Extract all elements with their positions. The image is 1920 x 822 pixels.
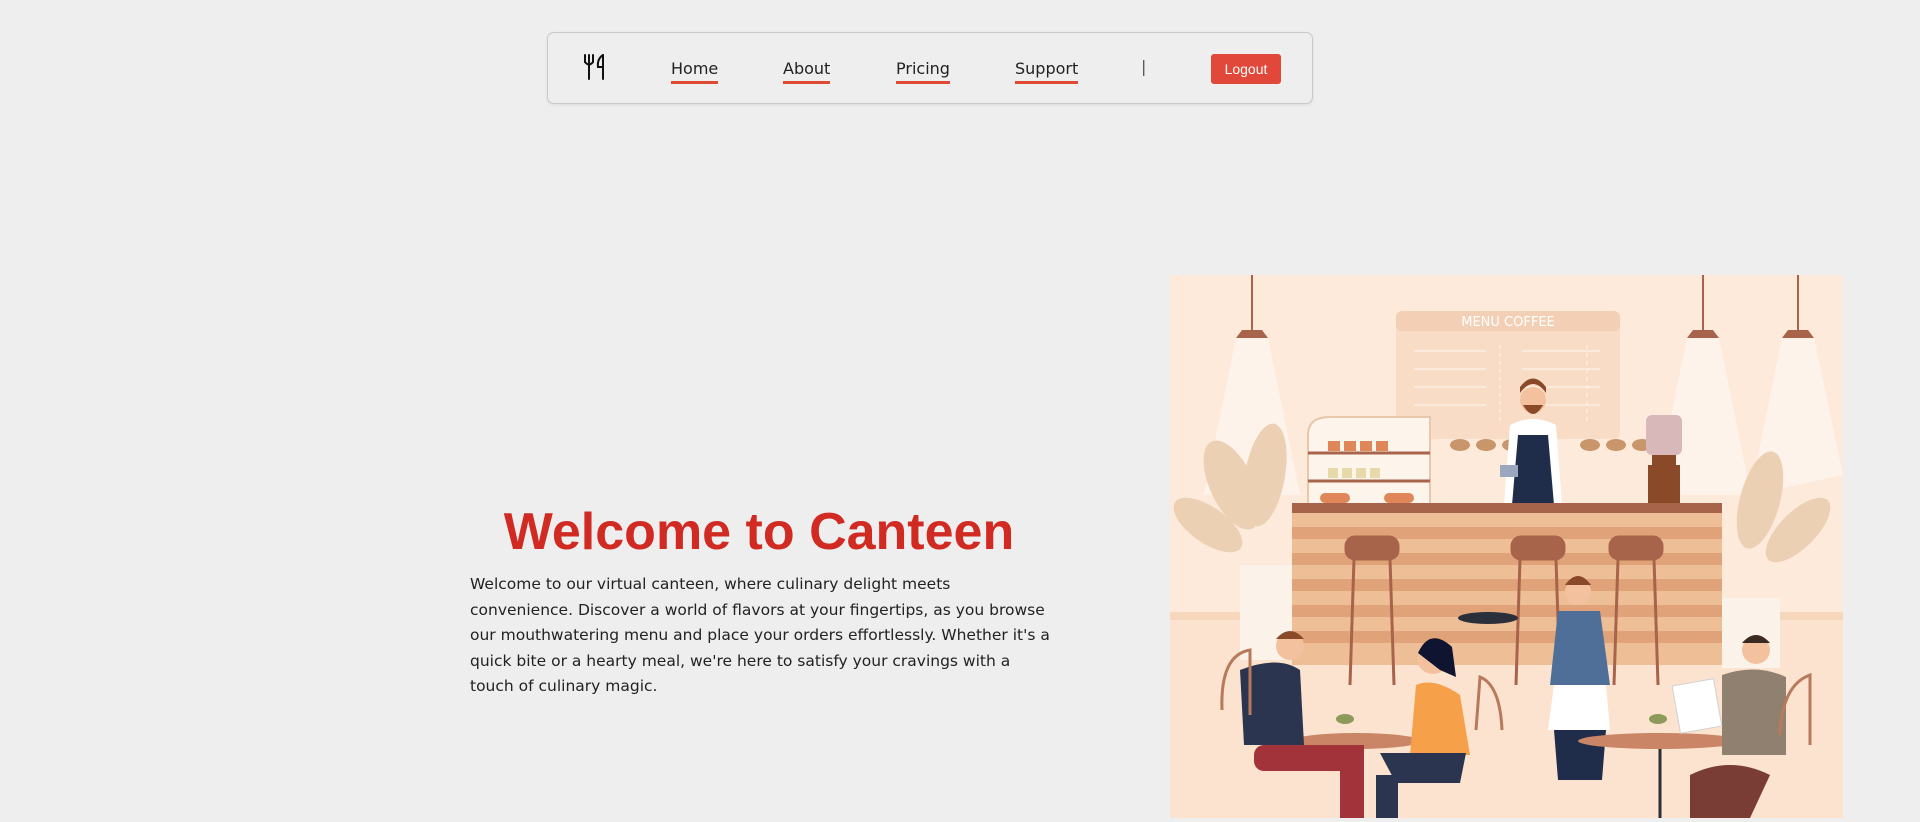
menu-board-title: MENU COFFEE [1461,315,1555,330]
nav-divider: | [1141,57,1147,76]
nav-link-home[interactable]: Home [671,59,719,84]
nav-link-about[interactable]: About [783,59,831,84]
nav-link-pricing[interactable]: Pricing [896,59,950,84]
hero-description: Welcome to our virtual canteen, where cu… [470,575,1050,695]
cafe-illustration: MENU COFFEE [1170,275,1843,818]
nav-link-support[interactable]: Support [1015,59,1079,84]
logout-button[interactable]: Logout [1211,54,1281,84]
navbar: Home About Pricing Support | Logout [547,32,1313,104]
fork-knife-icon[interactable] [582,53,608,81]
hero-title: Welcome to Canteen [503,503,1015,561]
